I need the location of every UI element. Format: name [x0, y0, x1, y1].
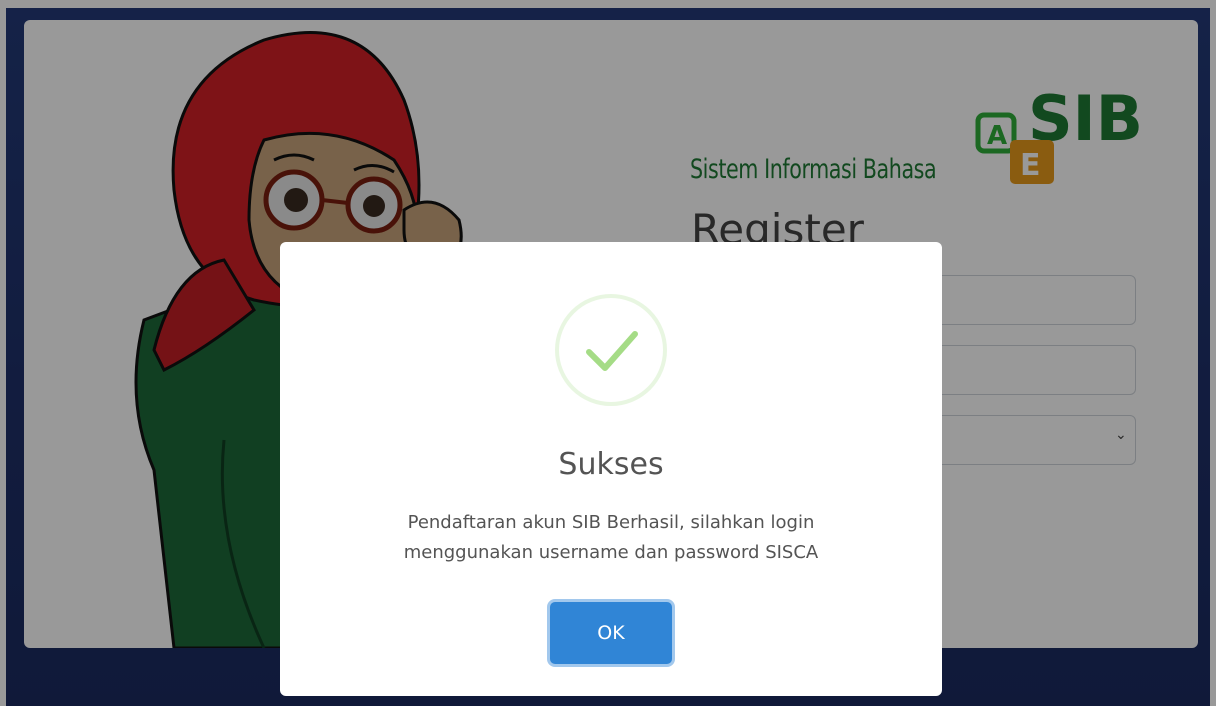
success-check-icon [555, 294, 667, 406]
check-icon [586, 331, 638, 371]
ok-button[interactable]: OK [550, 602, 672, 664]
success-dialog: Sukses Pendaftaran akun SIB Berhasil, si… [280, 242, 942, 696]
dialog-message: Pendaftaran akun SIB Berhasil, silahkan … [403, 512, 819, 563]
dialog-title: Sukses [558, 447, 664, 482]
